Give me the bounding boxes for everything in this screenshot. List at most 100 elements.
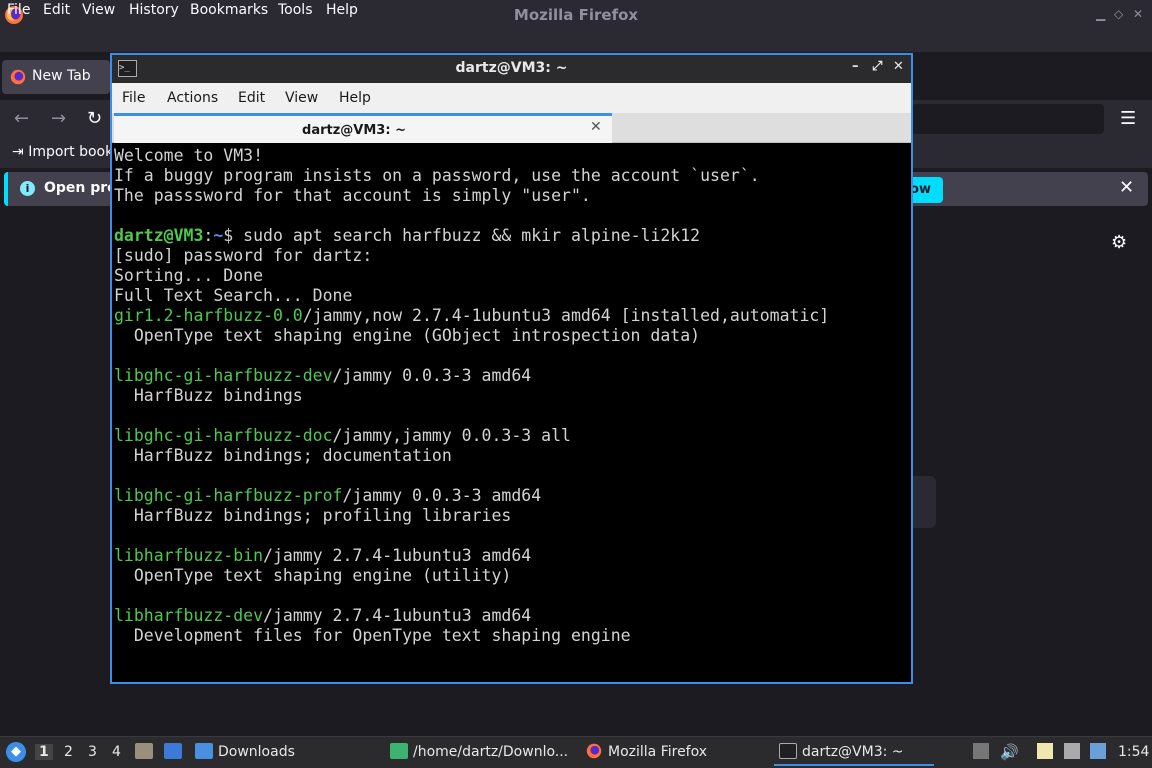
prompt-command: sudo apt search harfbuzz && mkir alpine-… xyxy=(243,226,701,245)
term-menu-view[interactable]: View xyxy=(285,90,318,106)
package-name: libharfbuzz-bin xyxy=(114,546,264,565)
task-firefox[interactable]: Mozilla Firefox xyxy=(608,744,707,760)
package-info: /jammy 2.7.4-1ubuntu3 amd64 xyxy=(263,546,532,565)
info-icon: i xyxy=(20,181,35,196)
prompt-symbol: $ xyxy=(223,226,244,245)
maximize-icon[interactable]: ◇ xyxy=(1114,7,1123,21)
term-menu-file[interactable]: File xyxy=(122,90,145,106)
tab-close-icon[interactable]: ✕ xyxy=(590,119,602,135)
terminal-prompt-line: dartz@VM3:~$ sudo apt search harfbuzz &&… xyxy=(114,226,909,246)
output-line: [sudo] password for dartz: xyxy=(114,246,373,265)
menu-hamburger-icon[interactable]: ☰ xyxy=(1120,108,1136,129)
output-line: The passsword for that account is simply… xyxy=(114,186,591,205)
terminal-icon xyxy=(779,743,797,759)
ff-menu-edit[interactable]: Edit xyxy=(43,2,70,18)
tab-label: New Tab xyxy=(32,68,91,84)
package-line: libharfbuzz-dev/jammy 2.7.4-1ubuntu3 amd… xyxy=(114,606,909,626)
gear-icon[interactable]: ⚙ xyxy=(1111,232,1127,253)
show-desktop-icon[interactable] xyxy=(164,743,182,759)
task-downloads[interactable]: Downloads xyxy=(218,744,295,760)
volume-icon[interactable]: 🔊 xyxy=(1000,743,1019,761)
workspace-2[interactable]: 2 xyxy=(64,744,73,760)
output-line: HarfBuzz bindings; documentation xyxy=(114,446,452,465)
terminal-tab[interactable]: dartz@VM3: ~ ✕ xyxy=(114,113,612,143)
clock[interactable]: 1:54 xyxy=(1118,744,1149,760)
package-info: /jammy,now 2.7.4-1ubuntu3 amd64 [install… xyxy=(302,306,830,325)
term-minimize-icon[interactable]: – xyxy=(852,59,859,74)
clipboard-icon[interactable] xyxy=(1037,743,1053,759)
firefox-icon xyxy=(586,743,602,759)
term-close-icon[interactable]: ✕ xyxy=(893,59,904,74)
output-line: If a buggy program insists on a password… xyxy=(114,166,760,185)
start-menu-icon[interactable]: ◆ xyxy=(6,742,26,762)
term-menu-help[interactable]: Help xyxy=(339,90,371,106)
terminal-menubar xyxy=(112,83,911,113)
workspace-4[interactable]: 4 xyxy=(112,744,121,760)
package-info: /jammy 0.0.3-3 amd64 xyxy=(342,486,542,505)
firefox-tab-icon xyxy=(10,69,26,85)
term-menu-edit[interactable]: Edit xyxy=(238,90,265,106)
terminal-window: >_ dartz@VM3: ~ – ⤢ ✕ File Actions Edit … xyxy=(110,53,913,684)
output-line: HarfBuzz bindings; profiling libraries xyxy=(114,506,512,525)
task-terminal-label: dartz@VM3: ~ xyxy=(802,744,904,760)
output-line: Full Text Search... Done xyxy=(114,286,353,305)
ff-menu-history[interactable]: History xyxy=(129,2,179,18)
package-line: gir1.2-harfbuzz-0.0/jammy,now 2.7.4-1ubu… xyxy=(114,306,909,326)
package-info: /jammy 2.7.4-1ubuntu3 amd64 xyxy=(263,606,532,625)
notification-text: Open pre xyxy=(44,180,117,196)
battery-icon[interactable] xyxy=(973,743,989,759)
image-viewer-icon xyxy=(390,743,408,759)
workspace-1[interactable]: 1 xyxy=(35,744,53,760)
import-bookmarks-button[interactable]: ⇥ Import book xyxy=(12,144,113,160)
package-info: /jammy,jammy 0.0.3-3 all xyxy=(332,426,571,445)
term-menu-actions[interactable]: Actions xyxy=(167,90,218,106)
term-maximize-icon[interactable]: ⤢ xyxy=(872,59,882,74)
output-line: Development files for OpenType text shap… xyxy=(114,626,631,645)
package-line: libghc-gi-harfbuzz-dev/jammy 0.0.3-3 amd… xyxy=(114,366,909,386)
notification-icon[interactable] xyxy=(1090,743,1106,759)
forward-icon[interactable]: → xyxy=(51,108,66,129)
network-icon[interactable] xyxy=(1064,743,1080,759)
terminal-tab-label: dartz@VM3: ~ xyxy=(302,123,406,138)
minimize-icon[interactable]: ▁ xyxy=(1096,7,1105,21)
package-name: libharfbuzz-dev xyxy=(114,606,264,625)
package-name: gir1.2-harfbuzz-0.0 xyxy=(114,306,303,325)
output-line: HarfBuzz bindings xyxy=(114,386,303,405)
output-line: OpenType text shaping engine (GObject in… xyxy=(114,326,701,345)
import-bookmarks-label: Import book xyxy=(28,144,114,160)
terminal-window-title: dartz@VM3: ~ xyxy=(455,60,568,76)
package-name: libghc-gi-harfbuzz-doc xyxy=(114,426,333,445)
back-icon[interactable]: ← xyxy=(14,108,29,129)
output-line: OpenType text shaping engine (utility) xyxy=(114,566,512,585)
terminal-output[interactable]: Welcome to VM3! If a buggy program insist… xyxy=(114,146,909,682)
url-bar[interactable] xyxy=(912,104,1104,134)
package-name: libghc-gi-harfbuzz-prof xyxy=(114,486,343,505)
ff-menu-help[interactable]: Help xyxy=(326,2,358,18)
firefox-menubar xyxy=(0,30,1152,52)
prompt-user: dartz@VM3 xyxy=(114,226,204,245)
notification-close-icon[interactable]: ✕ xyxy=(1119,177,1134,198)
file-manager-icon[interactable] xyxy=(135,743,153,759)
ff-menu-tools[interactable]: Tools xyxy=(278,2,313,18)
package-name: libghc-gi-harfbuzz-dev xyxy=(114,366,333,385)
folder-icon xyxy=(195,743,213,759)
prompt-separator: : xyxy=(203,226,214,245)
ff-menu-file[interactable]: File xyxy=(7,2,30,18)
workspace-3[interactable]: 3 xyxy=(88,744,97,760)
output-line: Welcome to VM3! xyxy=(114,146,264,165)
close-icon[interactable]: ✕ xyxy=(1133,7,1143,21)
package-line: libghc-gi-harfbuzz-doc/jammy,jammy 0.0.3… xyxy=(114,426,909,446)
package-info: /jammy 0.0.3-3 amd64 xyxy=(332,366,532,385)
reload-icon[interactable]: ↻ xyxy=(87,108,102,129)
output-line: Sorting... Done xyxy=(114,266,264,285)
ff-menu-view[interactable]: View xyxy=(82,2,115,18)
task-image-viewer[interactable]: /home/dartz/Downlo... xyxy=(413,744,568,760)
ff-menu-bookmarks[interactable]: Bookmarks xyxy=(190,2,268,18)
package-line: libghc-gi-harfbuzz-prof/jammy 0.0.3-3 am… xyxy=(114,486,909,506)
